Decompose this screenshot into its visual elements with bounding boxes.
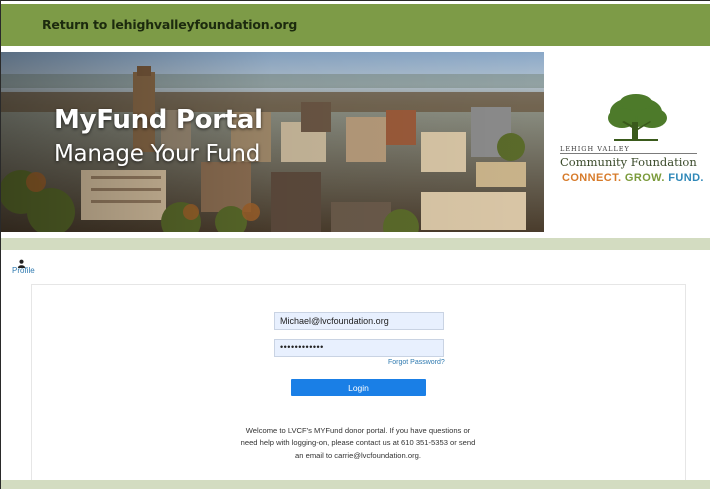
tagline-connect: CONNECT. xyxy=(562,172,622,184)
profile-link[interactable]: Profile xyxy=(12,259,42,277)
header-divider xyxy=(1,238,710,250)
hero-banner: MyFund Portal Manage Your Fund xyxy=(1,52,544,232)
login-button[interactable]: Login xyxy=(291,379,426,396)
portal-title: MyFund Portal xyxy=(54,105,263,135)
foundation-logo: LEHIGH VALLEY Community Foundation CONNE… xyxy=(552,92,704,192)
tree-icon xyxy=(608,94,667,141)
tagline-fund: FUND. xyxy=(668,172,704,184)
email-field[interactable]: Michael@lvcfoundation.org xyxy=(274,312,444,330)
tagline-grow: GROW. xyxy=(624,172,665,184)
forgot-password-link[interactable]: Forgot Password? xyxy=(388,359,445,366)
footer-divider xyxy=(1,480,710,489)
logo-kicker: LEHIGH VALLEY xyxy=(560,145,630,153)
welcome-message: Welcome to LVCF's MYFund donor portal. I… xyxy=(240,426,476,460)
return-link[interactable]: Return to lehighvalleyfoundation.org xyxy=(42,17,297,32)
top-bar: Return to lehighvalleyfoundation.org xyxy=(1,4,710,46)
profile-label: Profile xyxy=(12,266,35,275)
portal-subtitle: Manage Your Fund xyxy=(54,141,261,167)
logo-name: Community Foundation xyxy=(560,153,697,169)
password-field[interactable]: •••••••••••• xyxy=(274,339,444,357)
logo-tagline: CONNECT. GROW. FUND. xyxy=(562,172,704,184)
